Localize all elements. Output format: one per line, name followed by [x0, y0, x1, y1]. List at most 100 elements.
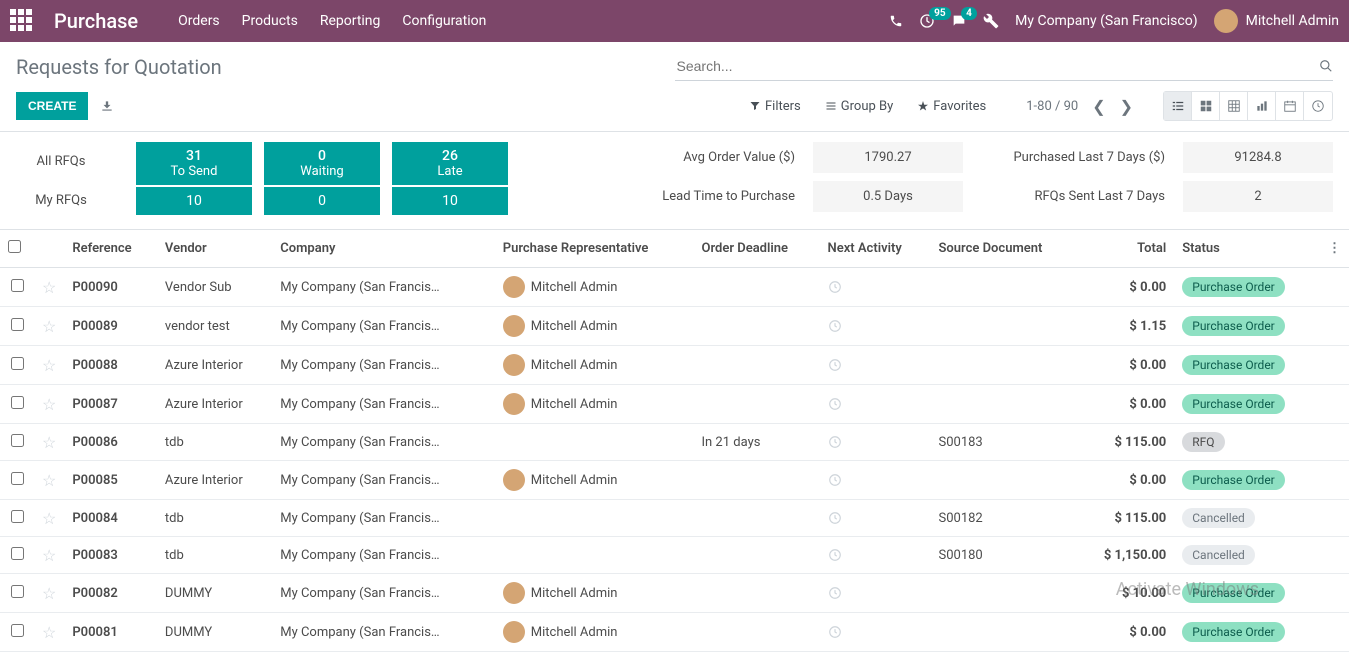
row-checkbox[interactable] — [11, 396, 24, 409]
clock-icon[interactable] — [828, 435, 923, 449]
favorites-button[interactable]: Favorites — [917, 99, 986, 114]
star-icon[interactable]: ☆ — [42, 356, 56, 375]
col-total[interactable]: Total — [1078, 230, 1174, 268]
activity-icon[interactable]: 95 — [919, 13, 935, 29]
col-company[interactable]: Company — [272, 230, 495, 268]
cell-activity[interactable] — [820, 268, 931, 307]
groupby-button[interactable]: Group By — [825, 99, 894, 114]
phone-icon[interactable] — [889, 14, 903, 28]
dash-tile-my[interactable]: 10 — [392, 187, 508, 215]
table-row[interactable]: ☆ P00089 vendor test My Company (San Fra… — [0, 307, 1349, 346]
star-icon[interactable]: ☆ — [42, 623, 56, 642]
create-button[interactable]: CREATE — [16, 92, 88, 120]
dash-tile[interactable]: 26Late — [392, 142, 508, 187]
cell-activity[interactable] — [820, 500, 931, 537]
table-row[interactable]: ☆ P00083 tdb My Company (San Francisco) … — [0, 537, 1349, 574]
nav-reporting[interactable]: Reporting — [320, 13, 381, 29]
star-icon[interactable]: ☆ — [42, 584, 56, 603]
dash-tile[interactable]: 31To Send — [136, 142, 252, 187]
nav-products[interactable]: Products — [242, 13, 298, 29]
clock-icon[interactable] — [828, 280, 923, 294]
cell-activity[interactable] — [820, 307, 931, 346]
col-vendor[interactable]: Vendor — [157, 230, 272, 268]
view-calendar-icon[interactable] — [1276, 92, 1304, 120]
nav-orders[interactable]: Orders — [178, 13, 220, 29]
clock-icon[interactable] — [828, 548, 923, 562]
dash-tile[interactable]: 0Waiting — [264, 142, 380, 187]
col-activity[interactable]: Next Activity — [820, 230, 931, 268]
col-status[interactable]: Status — [1174, 230, 1320, 268]
cell-activity[interactable] — [820, 461, 931, 500]
search-input[interactable] — [675, 52, 1320, 80]
row-checkbox[interactable] — [11, 472, 24, 485]
pager-prev-icon[interactable]: ❮ — [1092, 97, 1105, 116]
debug-icon[interactable] — [983, 13, 999, 29]
table-row[interactable]: ☆ P00085 Azure Interior My Company (San … — [0, 461, 1349, 500]
cell-activity[interactable] — [820, 574, 931, 613]
cell-activity[interactable] — [820, 537, 931, 574]
star-icon[interactable]: ☆ — [42, 433, 56, 452]
user-menu[interactable]: Mitchell Admin — [1214, 9, 1339, 33]
table-row[interactable]: ☆ P00082 DUMMY My Company (San Francisco… — [0, 574, 1349, 613]
cell-total: $ 115.00 — [1078, 500, 1174, 537]
clock-icon[interactable] — [828, 586, 923, 600]
table-row[interactable]: ☆ P00087 Azure Interior My Company (San … — [0, 385, 1349, 424]
select-all-checkbox[interactable] — [8, 240, 21, 253]
search-bar[interactable] — [675, 52, 1334, 81]
star-icon[interactable]: ☆ — [42, 317, 56, 336]
table-row[interactable]: ☆ P00086 tdb My Company (San Francisco) … — [0, 424, 1349, 461]
discuss-icon[interactable]: 4 — [951, 13, 967, 29]
clock-icon[interactable] — [828, 473, 923, 487]
table-row[interactable]: ☆ P00081 DUMMY My Company (San Francisco… — [0, 613, 1349, 652]
dash-tile-my[interactable]: 0 — [264, 187, 380, 215]
pager-text[interactable]: 1-80 / 90 — [1026, 99, 1078, 114]
view-list-icon[interactable] — [1164, 92, 1192, 120]
col-source[interactable]: Source Document — [930, 230, 1077, 268]
clock-icon[interactable] — [828, 358, 923, 372]
view-graph-icon[interactable] — [1248, 92, 1276, 120]
star-icon[interactable]: ☆ — [42, 509, 56, 528]
download-icon[interactable] — [100, 99, 114, 113]
table-row[interactable]: ☆ P00090 Vendor Sub My Company (San Fran… — [0, 268, 1349, 307]
cell-activity[interactable] — [820, 385, 931, 424]
dash-tile-my[interactable]: 10 — [136, 187, 252, 215]
cell-activity[interactable] — [820, 613, 931, 652]
star-icon[interactable]: ☆ — [42, 278, 56, 297]
row-checkbox[interactable] — [11, 624, 24, 637]
row-checkbox[interactable] — [11, 585, 24, 598]
star-icon[interactable]: ☆ — [42, 546, 56, 565]
kebab-icon[interactable]: ⋮ — [1328, 241, 1341, 256]
cell-company: My Company (San Francisco) — [272, 613, 495, 652]
company-selector[interactable]: My Company (San Francisco) — [1015, 13, 1197, 29]
cell-vendor: Azure Interior — [157, 346, 272, 385]
table-row[interactable]: ☆ P00084 tdb My Company (San Francisco) … — [0, 500, 1349, 537]
col-reference[interactable]: Reference — [64, 230, 157, 268]
clock-icon[interactable] — [828, 397, 923, 411]
row-checkbox[interactable] — [11, 547, 24, 560]
table-row[interactable]: ☆ P00088 Azure Interior My Company (San … — [0, 346, 1349, 385]
nav-configuration[interactable]: Configuration — [402, 13, 486, 29]
row-checkbox[interactable] — [11, 357, 24, 370]
col-rep[interactable]: Purchase Representative — [495, 230, 694, 268]
view-kanban-icon[interactable] — [1192, 92, 1220, 120]
cell-activity[interactable] — [820, 424, 931, 461]
filters-button[interactable]: Filters — [749, 99, 801, 114]
star-icon[interactable]: ☆ — [42, 471, 56, 490]
row-checkbox[interactable] — [11, 279, 24, 292]
cell-activity[interactable] — [820, 346, 931, 385]
app-brand[interactable]: Purchase — [54, 9, 138, 33]
col-deadline[interactable]: Order Deadline — [693, 230, 819, 268]
row-checkbox[interactable] — [11, 510, 24, 523]
clock-icon[interactable] — [828, 319, 923, 333]
view-activity-icon[interactable] — [1304, 92, 1332, 120]
cell-company: My Company (San Francisco) — [272, 307, 495, 346]
star-icon[interactable]: ☆ — [42, 395, 56, 414]
row-checkbox[interactable] — [11, 318, 24, 331]
apps-icon[interactable] — [10, 9, 34, 33]
row-checkbox[interactable] — [11, 434, 24, 447]
pager-next-icon[interactable]: ❯ — [1120, 97, 1133, 116]
clock-icon[interactable] — [828, 511, 923, 525]
view-pivot-icon[interactable] — [1220, 92, 1248, 120]
clock-icon[interactable] — [828, 625, 923, 639]
search-icon[interactable] — [1319, 59, 1333, 73]
